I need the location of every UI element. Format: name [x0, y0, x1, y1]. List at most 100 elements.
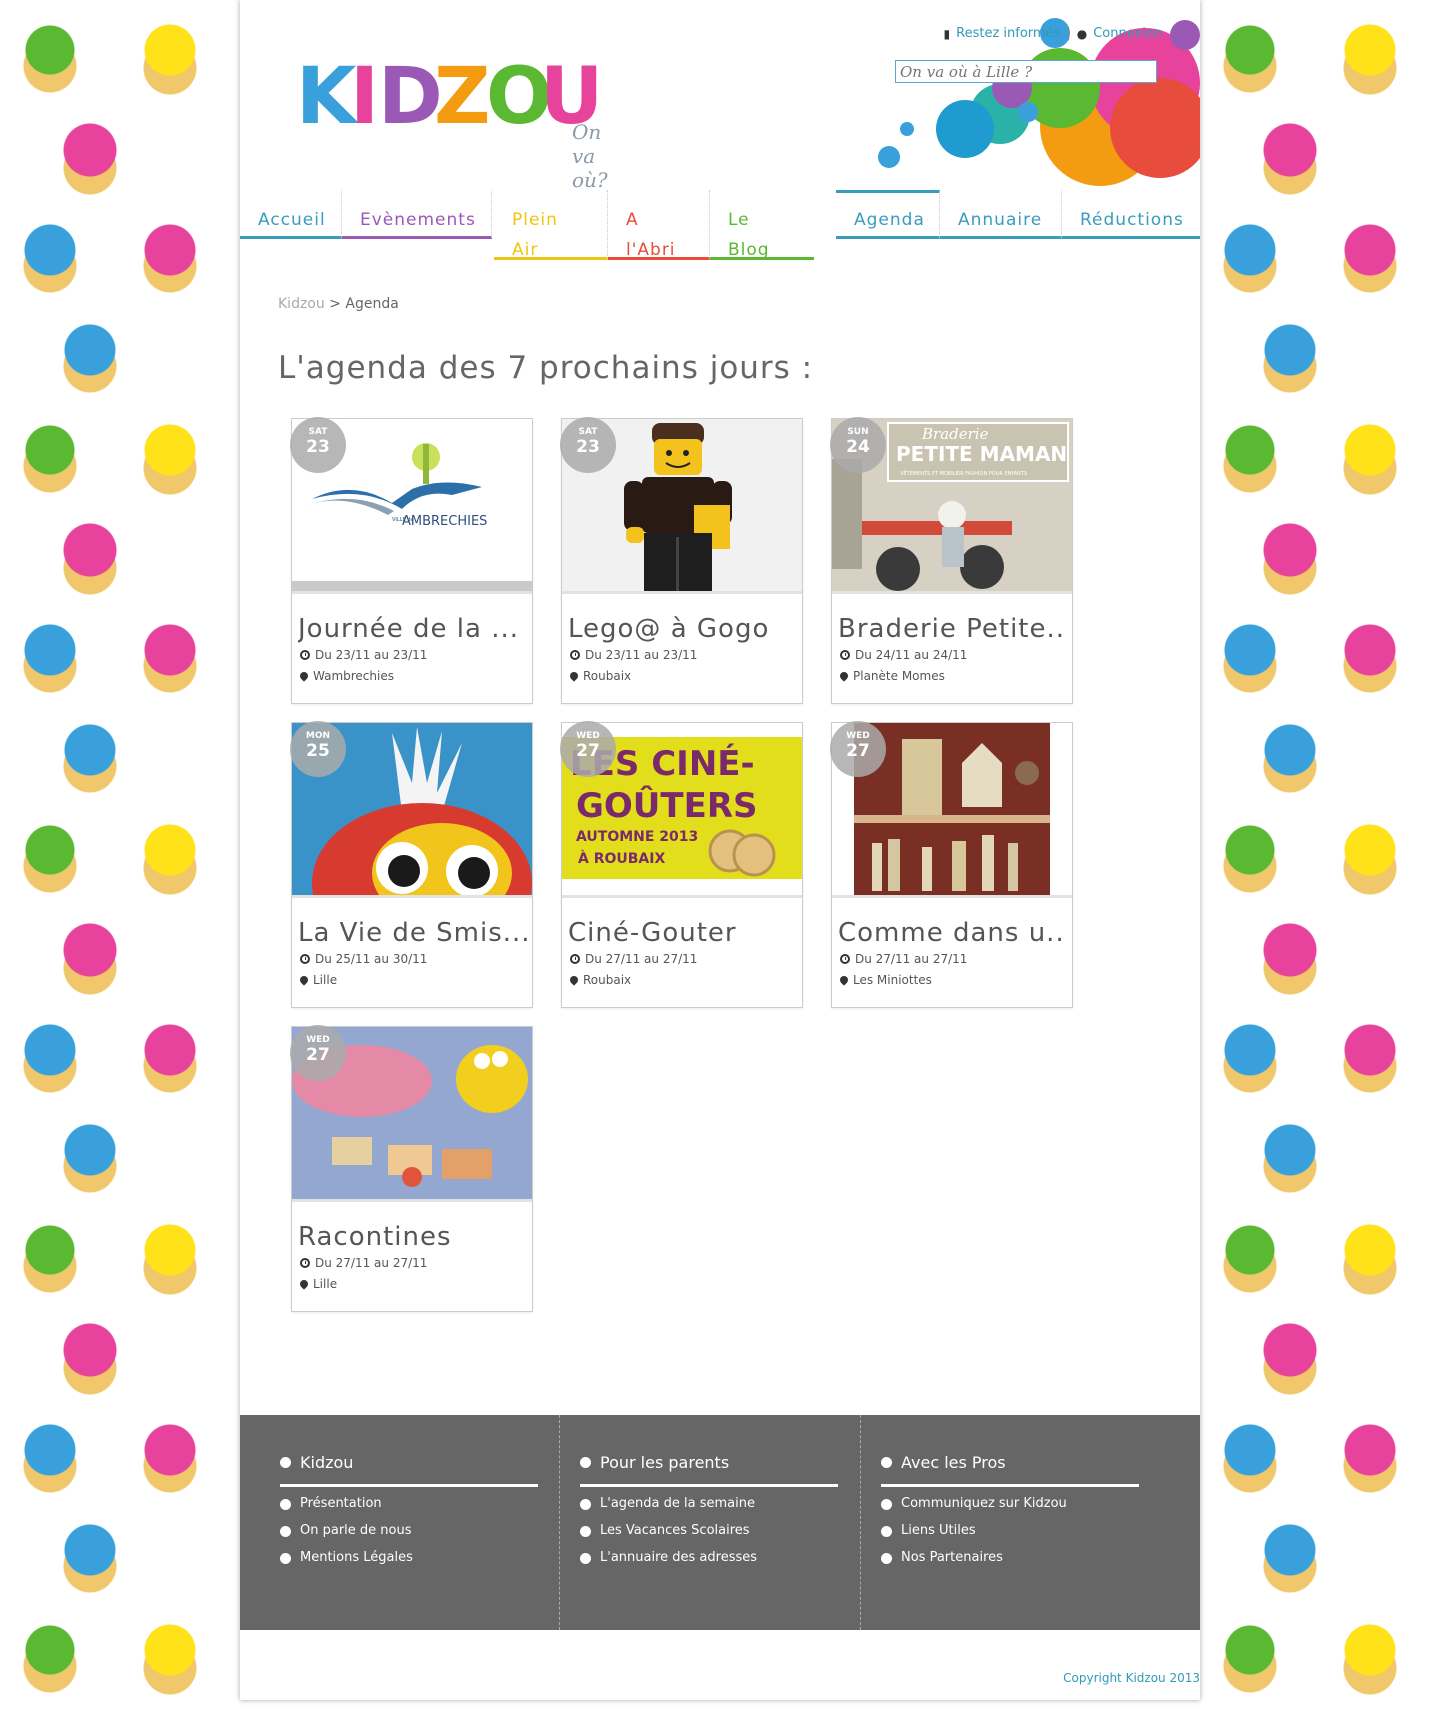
page-container: K I D Z O U On va où? ▮ Restez informés …	[240, 0, 1200, 1700]
event-card[interactable]: WED 27 Comme dans u.. Du 27/11 au 27/11 …	[830, 721, 1073, 1008]
event-place-text: Lille	[313, 973, 338, 987]
bubble	[900, 122, 914, 136]
date-badge: MON 25	[290, 721, 346, 777]
nav-plein-air[interactable]: Plein Air	[494, 190, 608, 260]
footer-link[interactable]: On parle de nous	[300, 1523, 412, 1538]
footer-link[interactable]: Nos Partenaires	[901, 1550, 1003, 1565]
user-icon: ●	[1076, 26, 1088, 41]
event-dates: Du 24/11 au 24/11	[840, 648, 967, 662]
clock-icon	[300, 1258, 310, 1268]
clock-icon	[300, 650, 310, 660]
footer-link[interactable]: Liens Utiles	[901, 1523, 976, 1538]
event-place-text: Roubaix	[583, 973, 632, 987]
date-badge-day: 27	[306, 1045, 330, 1065]
event-card[interactable]: LES CINÉ- GOÛTERS AUTOMNE 2013 À ROUBAIX…	[560, 721, 803, 1008]
cine-line-4: À ROUBAIX	[578, 850, 665, 867]
event-title[interactable]: Comme dans u..	[838, 916, 1070, 950]
event-title[interactable]: Braderie Petite..	[838, 612, 1070, 646]
clock-icon	[570, 650, 580, 660]
map-pin-icon	[298, 1278, 310, 1290]
stay-informed-link[interactable]: Restez informés	[956, 26, 1060, 41]
event-dates-text: Du 27/11 au 27/11	[585, 952, 698, 966]
nav-annuaire[interactable]: Annuaire	[940, 190, 1062, 239]
date-badge: SAT 23	[560, 417, 616, 473]
event-title[interactable]: Journée de la ...	[298, 612, 530, 646]
footer-col-kidzou: Kidzou Présentation On parle de nous Men…	[240, 1415, 558, 1630]
thumb-divider	[292, 591, 532, 594]
event-place-text: Planète Momes	[853, 669, 945, 683]
event-title[interactable]: Racontines	[298, 1220, 530, 1254]
clock-icon	[300, 954, 310, 964]
event-title[interactable]: Ciné-Gouter	[568, 916, 800, 950]
bullet-icon	[881, 1553, 892, 1564]
bullet-icon	[280, 1499, 291, 1510]
wambrechies-small-text: VILLE de	[392, 517, 413, 523]
footer-link[interactable]: L'agenda de la semaine	[600, 1496, 755, 1511]
event-dates: Du 23/11 au 23/11	[570, 648, 697, 662]
thumb-divider	[832, 895, 1072, 898]
bubble	[1170, 20, 1200, 50]
date-badge-weekday: WED	[846, 731, 870, 741]
event-place-text: Lille	[313, 1277, 338, 1291]
footer-link[interactable]: L'annuaire des adresses	[600, 1550, 757, 1565]
event-card[interactable]: WED 27 Racontines Du 27/11 au 27/11 Lill…	[290, 1025, 533, 1312]
date-badge-day: 25	[306, 741, 330, 761]
bullet-icon	[580, 1526, 591, 1537]
event-card[interactable]: MON 25 La Vie de Smis... Du 25/11 au 30/…	[290, 721, 533, 1008]
map-pin-icon	[298, 974, 310, 986]
footer-heading: Kidzou	[280, 1453, 538, 1487]
clock-icon	[570, 954, 580, 964]
footer-link[interactable]: Présentation	[300, 1496, 382, 1511]
page-title: L'agenda des 7 prochains jours :	[278, 350, 814, 386]
date-badge: SUN 24	[830, 417, 886, 473]
breadcrumb-home[interactable]: Kidzou	[278, 296, 325, 312]
search-input[interactable]	[895, 60, 1157, 83]
kidzou-logo[interactable]: K I D Z O U On va où?	[296, 52, 608, 192]
nav-a-l-abri-label: A l'Abri	[626, 210, 676, 260]
bullet-icon	[280, 1553, 291, 1564]
event-title[interactable]: La Vie de Smis...	[298, 916, 530, 950]
braderie-subtitle-text: VÊTEMENTS ET MOBILIER FASHION POUR ENFAN…	[900, 469, 1027, 477]
event-card[interactable]: Braderie PETITE MAMAN VÊTEMENTS ET MOBIL…	[830, 417, 1073, 704]
header-bubbles	[870, 18, 1200, 190]
bullet-icon	[881, 1526, 892, 1537]
event-dates: Du 27/11 au 27/11	[570, 952, 697, 966]
nav-a-l-abri[interactable]: A l'Abri	[608, 190, 710, 260]
date-badge: SAT 23	[290, 417, 346, 473]
footer-link[interactable]: Communiquez sur Kidzou	[901, 1496, 1067, 1511]
event-place: Planète Momes	[838, 669, 945, 683]
map-pin-icon	[298, 670, 310, 682]
map-pin-icon	[568, 670, 580, 682]
nav-agenda[interactable]: Agenda	[836, 190, 940, 239]
footer-link[interactable]: Les Vacances Scolaires	[600, 1523, 750, 1538]
event-card[interactable]: SAT 23 Lego@ à Gogo Du 23/11 au 23/11 Ro…	[560, 417, 803, 704]
bookmark-icon: ▮	[943, 26, 951, 41]
date-badge: WED 27	[560, 721, 616, 777]
nav-plein-air-label: Plein Air	[512, 210, 558, 260]
thumb-divider	[832, 591, 1072, 594]
top-links-separator: |	[1066, 26, 1071, 41]
login-link[interactable]: Connexion	[1093, 26, 1162, 41]
nav-le-blog[interactable]: Le Blog	[710, 190, 814, 260]
map-pin-icon	[838, 974, 850, 986]
bullet-icon	[881, 1499, 892, 1510]
event-place: Roubaix	[568, 669, 631, 683]
top-links: ▮ Restez informés | ● Connexion	[944, 26, 1162, 41]
footer-link[interactable]: Mentions Légales	[300, 1550, 413, 1565]
event-dates-text: Du 24/11 au 24/11	[855, 648, 968, 662]
thumb-divider	[292, 895, 532, 898]
braderie-title-text: PETITE MAMAN	[896, 442, 1067, 466]
nav-evenements[interactable]: Evènements	[342, 190, 492, 239]
nav-reductions[interactable]: Réductions	[1062, 190, 1200, 239]
bullet-icon	[580, 1553, 591, 1564]
footer-heading: Avec les Pros	[881, 1453, 1139, 1487]
cine-line-3: AUTOMNE 2013	[576, 829, 698, 845]
event-title[interactable]: Lego@ à Gogo	[568, 612, 800, 646]
event-place: Lille	[298, 973, 338, 987]
logo-letter-z: Z	[434, 52, 491, 142]
event-dates: Du 23/11 au 23/11	[300, 648, 427, 662]
bullet-icon	[280, 1526, 291, 1537]
event-card[interactable]: AMBRECHIES VILLE de SAT 23 Journée de la…	[290, 417, 533, 704]
map-pin-icon	[568, 974, 580, 986]
nav-accueil[interactable]: Accueil	[240, 190, 342, 239]
